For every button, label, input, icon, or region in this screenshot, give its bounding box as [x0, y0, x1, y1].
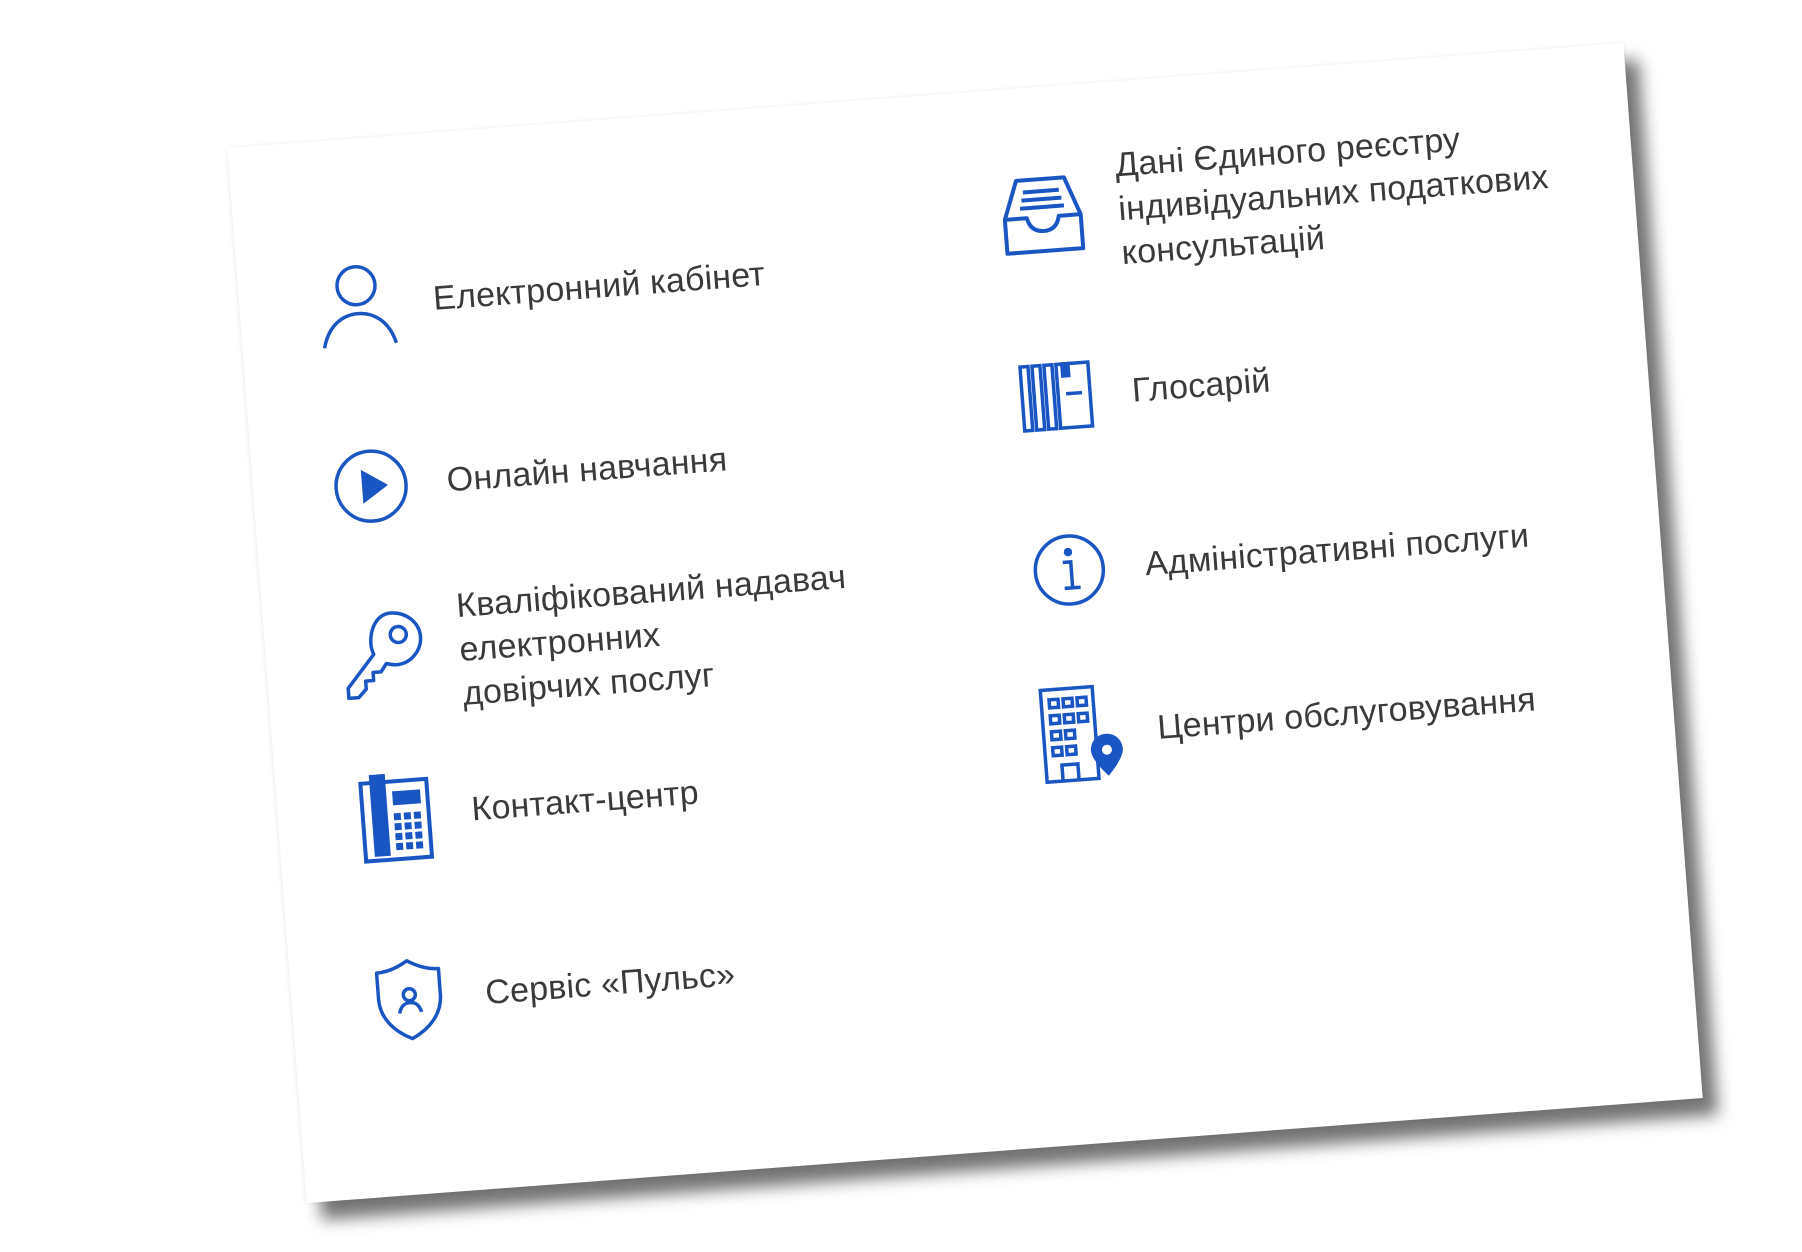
left-column: Електронний кабінет Онлайн навчання Квал…: [227, 94, 945, 1041]
key-icon: [332, 604, 435, 707]
user-icon: [306, 253, 409, 356]
service-label: Сервіс «Пульс»: [483, 955, 737, 1012]
service-link-tax-consultations-registry[interactable]: Дані Єдиного реєстру індивідуальних пода…: [990, 111, 1554, 284]
service-label: Контакт-центр: [470, 773, 700, 829]
building-location-icon: [1030, 682, 1133, 785]
screenshot-stage: Електронний кабінет Онлайн навчання Квал…: [0, 0, 1802, 1252]
shield-user-icon: [358, 947, 461, 1050]
service-label: Дані Єдиного реєстру індивідуальних пода…: [1113, 111, 1553, 275]
service-label: Адміністративні послуги: [1143, 516, 1531, 584]
service-label: Глосарій: [1130, 361, 1272, 410]
service-label: Кваліфікований надавач електронних довір…: [455, 545, 989, 716]
right-column: Дані Єдиного реєстру індивідуальних пода…: [985, 45, 1603, 785]
info-circle-icon: [1018, 519, 1121, 622]
service-link-electronic-cabinet[interactable]: Електронний кабінет: [306, 226, 768, 356]
service-link-service-centers[interactable]: Центри обслуговування: [1030, 652, 1539, 785]
service-link-puls[interactable]: Сервіс «Пульс»: [358, 926, 738, 1050]
books-icon: [1005, 345, 1108, 448]
service-label: Онлайн навчання: [445, 440, 729, 500]
play-circle-icon: [320, 435, 423, 538]
service-link-glossary[interactable]: Глосарій: [1005, 333, 1274, 448]
service-label: Центри обслуговування: [1155, 680, 1537, 747]
service-link-administrative-services[interactable]: Адміністративні послуги: [1018, 488, 1533, 622]
service-link-trust-services[interactable]: Кваліфікований надавач електронних довір…: [331, 545, 989, 725]
service-label: Електронний кабінет: [431, 255, 767, 318]
service-link-online-learning[interactable]: Онлайн навчання: [320, 412, 731, 538]
desk-phone-icon: [344, 764, 447, 867]
inbox-tray-icon: [991, 164, 1094, 267]
services-card: Електронний кабінет Онлайн навчання Квал…: [227, 43, 1703, 1203]
service-link-contact-center[interactable]: Контакт-центр: [344, 745, 702, 867]
